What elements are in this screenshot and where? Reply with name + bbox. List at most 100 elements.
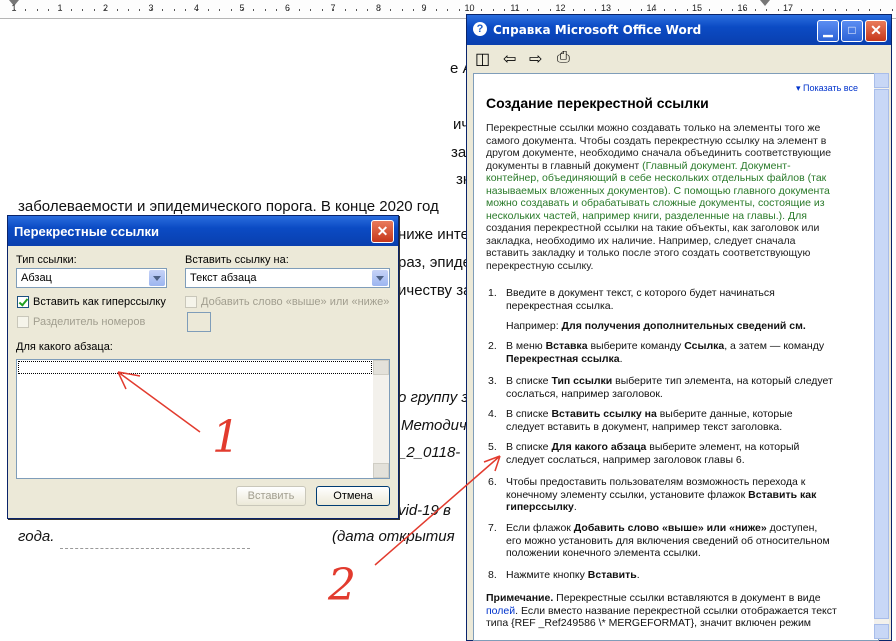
ruler-tick: [857, 9, 859, 11]
hyperlink-checkbox[interactable]: [17, 296, 29, 308]
ruler-number: 3: [148, 3, 154, 13]
ref-type-select[interactable]: Абзац: [16, 268, 167, 288]
ruler-tick: [561, 9, 563, 11]
glossary-text[interactable]: можно создавать и обрабатывать сложные д…: [486, 197, 825, 209]
ruler-number: 11: [510, 3, 520, 13]
scroll-down-button[interactable]: [373, 463, 389, 478]
forward-icon[interactable]: ⇨: [529, 49, 542, 69]
ruler-tick: [458, 9, 460, 11]
ruler-tick: [800, 9, 802, 11]
ruler-tick: [777, 9, 779, 11]
ruler-tick: [173, 9, 175, 11]
ruler-tick: [515, 9, 517, 11]
help-intro-line: вставить закладку и только после этого с…: [486, 247, 811, 259]
list-item[interactable]: [18, 361, 372, 374]
insert-ref-select[interactable]: Текст абзаца: [185, 268, 390, 288]
scroll-thumb[interactable]: [874, 89, 889, 619]
ruler-tick: [93, 9, 95, 11]
ruler-tick: [618, 9, 620, 11]
help-intro-line: нескольких частей, например книги, разде…: [486, 210, 807, 223]
hyperlink-label[interactable]: Вставить как гиперссылку: [33, 296, 166, 308]
ruler-tick: [253, 9, 255, 11]
ruler-tick: [869, 9, 870, 11]
ruler-tick: [321, 9, 323, 11]
fields-link[interactable]: полей: [486, 605, 515, 617]
paragraph-list[interactable]: [16, 359, 390, 479]
list-item: 2. В меню Вставка выберите команду Ссылк…: [488, 340, 825, 365]
ruler-tick: [641, 9, 642, 11]
ruler-number: 7: [330, 3, 336, 13]
ruler-tick: [378, 9, 380, 11]
ruler-tick: [82, 9, 84, 11]
chevron-down-icon[interactable]: [149, 270, 165, 286]
close-icon[interactable]: ✕: [371, 220, 394, 243]
ruler-number: 16: [737, 3, 748, 13]
ruler-tick: [663, 9, 665, 11]
help-heading: Создание перекрестной ссылки: [486, 95, 709, 111]
ruler-tick: [128, 9, 129, 11]
ruler-number: 8: [375, 3, 382, 13]
scroll-down-button[interactable]: [874, 624, 889, 639]
chevron-down-icon[interactable]: [372, 270, 388, 286]
maximize-icon[interactable]: □: [841, 20, 863, 42]
insert-button[interactable]: Вставить: [236, 486, 306, 506]
help-intro-line: другом документе, необходимо сначала объ…: [486, 147, 832, 159]
ruler-tick: [185, 9, 186, 11]
for-which-label: Для какого абзаца:: [16, 341, 113, 353]
above-below-checkbox[interactable]: [185, 296, 197, 308]
annotation-mark-2: 2: [327, 560, 356, 611]
insert-ref-value: Текст абзаца: [190, 272, 257, 284]
ruler-number: 14: [646, 3, 657, 13]
ruler-tick: [812, 9, 813, 11]
ruler-tick: [207, 9, 209, 11]
help-note: Примечание. Перекрестные ссылки вставляю…: [486, 592, 837, 629]
ruler-tick: [71, 9, 72, 11]
ruler-tick: [344, 9, 346, 11]
doc-fragment: (дата открытия: [332, 528, 455, 545]
print-icon[interactable]: ⎙: [557, 49, 570, 67]
ruler-tick: [880, 9, 882, 11]
scroll-up-button[interactable]: [874, 73, 889, 88]
help-titlebar[interactable]: ? Справка Microsoft Office Word ▁ □ ✕: [467, 15, 891, 45]
ruler-number: 2: [102, 3, 109, 13]
ruler-tick: [196, 9, 198, 11]
cancel-button[interactable]: Отмена: [316, 486, 390, 506]
back-icon[interactable]: ⇦: [503, 49, 516, 69]
dialog-titlebar[interactable]: Перекрестные ссылки ✕: [8, 216, 398, 246]
ruler-tick: [242, 9, 243, 11]
ruler-tick: [219, 9, 221, 11]
ruler-tick: [823, 9, 825, 11]
doc-fragment: ичеству за: [398, 282, 472, 299]
list-scrollbar[interactable]: [373, 360, 389, 478]
ruler-tick: [743, 9, 745, 11]
glossary-text[interactable]: (Главный документ. Документ-: [642, 160, 791, 172]
ruler-tick: [549, 9, 551, 11]
glossary-text[interactable]: контейнер, объединяющий в себе нескольки…: [486, 172, 826, 184]
tile-icon[interactable]: ◫: [475, 49, 490, 69]
ruler-tick: [14, 9, 15, 11]
help-toolbar: ◫ ⇦ ⇨ ⎙: [469, 46, 889, 72]
show-all-link[interactable]: ▾ Показать все: [796, 82, 858, 95]
minimize-icon[interactable]: ▁: [817, 20, 839, 42]
ruler-number: 1: [11, 3, 17, 13]
glossary-text[interactable]: нескольких частей, например книги, разде…: [486, 210, 807, 222]
cross-reference-dialog: Перекрестные ссылки ✕ Тип ссылки: Абзац …: [7, 215, 399, 519]
glossary-text[interactable]: называемых вложенных документов). С помо…: [486, 185, 830, 197]
ruler-tick: [846, 9, 848, 11]
insert-ref-label: Вставить ссылку на:: [185, 254, 289, 266]
help-content[interactable]: ▾ Показать все Создание перекрестной ссы…: [473, 73, 879, 641]
ruler-tick: [413, 9, 414, 11]
close-icon[interactable]: ✕: [865, 20, 887, 42]
ref-type-value: Абзац: [21, 272, 52, 284]
ruler-tick: [48, 9, 50, 11]
ruler-tick: [720, 9, 722, 11]
help-window: ? Справка Microsoft Office Word ▁ □ ✕ ◫ …: [466, 14, 892, 641]
right-indent-marker[interactable]: [760, 0, 770, 6]
help-scrollbar[interactable]: [874, 73, 889, 639]
scroll-up-button[interactable]: [373, 360, 389, 375]
separator-checkbox[interactable]: [17, 316, 29, 328]
ruler-tick: [276, 9, 278, 11]
separator-field[interactable]: [187, 312, 211, 332]
ruler-tick: [435, 9, 437, 11]
list-item: 7. Если флажок Добавить слово «выше» или…: [488, 522, 830, 559]
